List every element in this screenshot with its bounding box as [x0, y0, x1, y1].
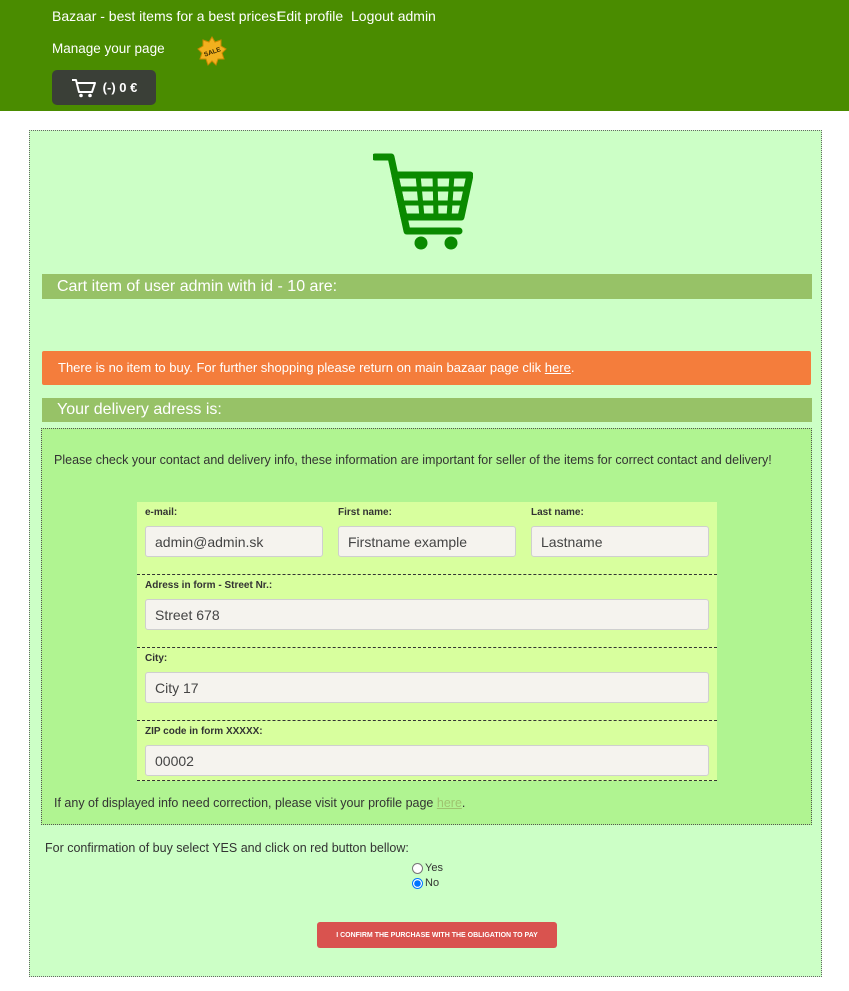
email-field[interactable]: [145, 526, 323, 557]
first-name-field[interactable]: [338, 526, 516, 557]
street-label: Adress in form - Street Nr.:: [145, 580, 273, 591]
form-row-city: City:: [137, 648, 717, 721]
radio-no[interactable]: [412, 877, 423, 889]
sale-badge-icon: SALE: [197, 36, 227, 66]
city-field[interactable]: [145, 672, 709, 703]
first-name-label: First name:: [338, 507, 392, 518]
header-cart-button[interactable]: (-) 0 €: [52, 70, 156, 105]
form-row-contact: e-mail: First name: Last name:: [137, 502, 717, 575]
radio-yes-label: Yes: [425, 862, 443, 874]
edit-profile-link[interactable]: Edit profile: [277, 8, 343, 24]
form-row-street: Adress in form - Street Nr.:: [137, 575, 717, 648]
profile-here-link[interactable]: here: [437, 796, 462, 810]
last-name-label: Last name:: [531, 507, 584, 518]
alert-here-link[interactable]: here: [545, 360, 571, 375]
confirm-instruction: For confirmation of buy select YES and c…: [45, 841, 409, 855]
zip-label: ZIP code in form XXXXX:: [145, 726, 263, 737]
radio-yes-option[interactable]: Yes: [412, 862, 443, 874]
cart-heading: Cart item of user admin with id - 10 are…: [42, 274, 812, 299]
zip-field[interactable]: [145, 745, 709, 776]
delivery-form: e-mail: First name: Last name: Adress in…: [137, 502, 717, 781]
manage-page-link[interactable]: Manage your page: [52, 41, 165, 56]
delivery-address-box: Please check your contact and delivery i…: [41, 428, 812, 825]
no-items-alert: There is no item to buy. For further sho…: [42, 351, 811, 385]
top-navigation-bar: Bazaar - best items for a best prices! E…: [0, 0, 849, 111]
correction-note: If any of displayed info need correction…: [54, 796, 466, 810]
brand-link[interactable]: Bazaar - best items for a best prices!: [52, 8, 280, 24]
alert-text: There is no item to buy. For further sho…: [58, 360, 545, 375]
street-field[interactable]: [145, 599, 709, 630]
correction-text: If any of displayed info need correction…: [54, 796, 437, 810]
cart-summary: (-) 0 €: [102, 80, 138, 95]
shopping-cart-icon: [373, 153, 473, 250]
last-name-field[interactable]: [531, 526, 709, 557]
main-container: Cart item of user admin with id - 10 are…: [29, 130, 822, 977]
city-label: City:: [145, 653, 168, 664]
email-label: e-mail:: [145, 507, 178, 518]
logout-link[interactable]: Logout admin: [351, 8, 436, 24]
radio-no-label: No: [425, 877, 440, 889]
radio-yes[interactable]: [412, 862, 423, 874]
delivery-heading: Your delivery adress is:: [42, 398, 812, 422]
form-row-zip: ZIP code in form XXXXX:: [137, 721, 717, 781]
radio-no-option[interactable]: No: [412, 877, 439, 889]
delivery-info-text: Please check your contact and delivery i…: [54, 453, 772, 467]
confirm-purchase-button[interactable]: I confirm the purchase with the obligati…: [317, 922, 557, 948]
shopping-cart-icon: [71, 78, 96, 97]
